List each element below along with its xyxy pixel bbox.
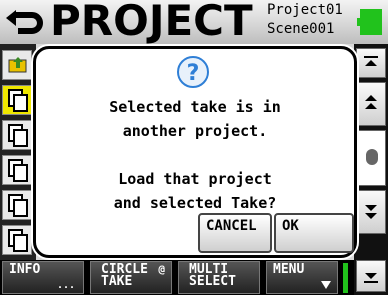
take-item-3[interactable]	[2, 155, 32, 185]
circle-take-button[interactable]: CIRCLE TAKE @	[90, 261, 172, 294]
battery-icon	[357, 9, 382, 35]
page-title: PROJECT	[50, 0, 253, 45]
confirm-dialog: ? Selected take is in another project. L…	[33, 46, 357, 258]
info-button[interactable]: INFO ...	[2, 261, 84, 294]
circle-take-label-line-2: TAKE	[101, 274, 133, 289]
scroll-bottom-button[interactable]	[356, 260, 386, 292]
take-file-icon	[8, 194, 28, 217]
multi-select-label-line-2: SELECT	[189, 274, 236, 289]
question-icon: ?	[177, 56, 209, 88]
info-more-indicator: ...	[56, 280, 75, 291]
take-file-icon	[8, 229, 28, 252]
function-bar: INFO ... CIRCLE TAKE @ MULTI SELECT MENU	[0, 260, 354, 295]
scroll-up-icon	[365, 95, 377, 109]
take-item-5[interactable]	[2, 225, 32, 255]
multi-select-button[interactable]: MULTI SELECT	[178, 261, 260, 294]
project-name: Project01	[267, 2, 343, 18]
folder-up-button[interactable]	[2, 50, 32, 80]
back-arrow-icon[interactable]	[2, 2, 46, 42]
scroll-column	[354, 44, 388, 295]
menu-dropdown-icon	[321, 281, 331, 289]
take-file-icon	[8, 89, 28, 112]
scroll-up-button[interactable]	[356, 82, 386, 126]
take-file-icon	[8, 159, 28, 182]
left-icon-column	[0, 44, 36, 260]
info-label: INFO	[9, 262, 41, 277]
menu-label: MENU	[273, 262, 305, 277]
scene-name: Scene001	[267, 21, 335, 37]
dialog-message-line-1: Selected take is in	[109, 98, 281, 116]
take-item-2[interactable]	[2, 120, 32, 150]
take-item-4[interactable]	[2, 190, 32, 220]
take-item-1[interactable]	[2, 85, 32, 115]
circle-take-symbol: @	[158, 263, 165, 276]
scroll-top-icon	[364, 56, 378, 66]
svg-text:?: ?	[187, 61, 200, 86]
take-file-icon	[8, 124, 28, 147]
scroll-down-button[interactable]	[356, 190, 386, 234]
cancel-button[interactable]: CANCEL	[198, 213, 272, 253]
scroll-top-button[interactable]	[356, 48, 386, 78]
ok-button[interactable]: OK	[274, 213, 354, 253]
scroll-knob[interactable]	[366, 149, 378, 165]
scrollbar[interactable]	[356, 130, 386, 186]
dialog-message-line-4: and selected Take?	[113, 194, 277, 212]
dialog-message-line-2: another project.	[122, 122, 268, 140]
menu-button[interactable]: MENU	[266, 261, 338, 294]
scroll-bottom-icon	[364, 273, 378, 283]
scroll-down-icon	[365, 205, 377, 219]
level-indicator	[343, 263, 348, 293]
folder-up-icon	[8, 57, 27, 73]
dialog-message-line-3: Load that project	[118, 170, 272, 188]
header-bar: PROJECT Project01 Scene001	[0, 0, 388, 45]
